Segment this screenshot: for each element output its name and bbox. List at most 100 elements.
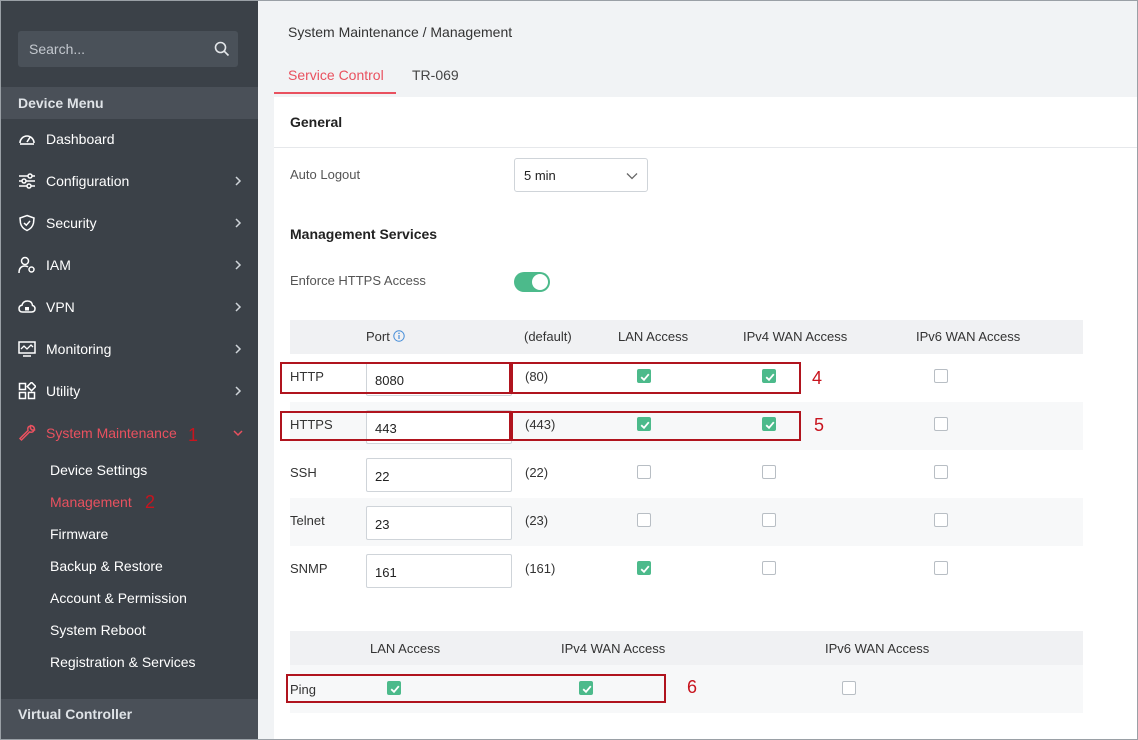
search-icon[interactable] — [214, 41, 230, 57]
sidebar-item-system-maintenance[interactable]: System Maintenance — [0, 413, 258, 453]
subitem-management[interactable]: Management — [50, 493, 132, 511]
services-table-header: Port (default) LAN Access IPv4 WAN Acces… — [290, 320, 1083, 354]
card-header: General — [274, 97, 1138, 148]
dashboard-icon — [19, 135, 35, 145]
service-row-ssh: SSH 22 (22) — [290, 450, 1083, 498]
sidebar-item-label: IAM — [46, 257, 71, 273]
info-icon[interactable] — [393, 330, 405, 342]
annotation-2: 2 — [145, 492, 156, 512]
chevron-right-icon — [235, 260, 242, 270]
port-input[interactable]: 22 — [366, 458, 512, 492]
ipv4-wan-checkbox[interactable] — [762, 513, 776, 527]
default-port: (161) — [525, 561, 556, 576]
lan-access-header: LAN Access — [618, 329, 689, 344]
cloud-lock-icon — [18, 300, 36, 313]
port-header: Port — [366, 329, 405, 344]
port-input[interactable]: 23 — [366, 506, 512, 540]
ipv6-wan-checkbox[interactable] — [934, 417, 948, 431]
ipv6-wan-checkbox[interactable] — [934, 513, 948, 527]
highlight-box-https-port — [280, 411, 511, 441]
annotation-6: 6 — [687, 677, 698, 697]
chevron-right-icon — [235, 176, 242, 186]
sidebar-item-label: Utility — [46, 383, 81, 399]
ipv4-wan-checkbox[interactable] — [762, 561, 776, 575]
virtual-controller-header[interactable]: Virtual Controller — [0, 699, 258, 740]
service-name: SSH — [290, 465, 317, 480]
sidebar-item-label: Security — [46, 215, 97, 231]
sidebar-item-label: Dashboard — [46, 131, 115, 147]
ipv6-wan-header: IPv6 WAN Access — [916, 329, 1021, 344]
ipv4-wan-checkbox[interactable] — [762, 465, 776, 479]
lan-access-checkbox[interactable] — [637, 513, 651, 527]
annotation-5: 5 — [814, 415, 825, 435]
sidebar-item-label: System Maintenance — [46, 425, 177, 441]
subitem-account-permission[interactable]: Account & Permission — [50, 589, 187, 607]
auto-logout-label: Auto Logout — [290, 167, 361, 182]
subitem-firmware[interactable]: Firmware — [50, 525, 108, 543]
auto-logout-select[interactable]: 5 min — [514, 158, 648, 192]
sidebar-item-utility[interactable]: Utility — [0, 371, 258, 411]
chevron-down-icon — [626, 173, 638, 180]
annotation-4: 4 — [812, 368, 823, 388]
port-header-label: Port — [366, 329, 390, 344]
subitem-device-settings[interactable]: Device Settings — [50, 461, 147, 479]
service-name: Telnet — [290, 513, 325, 528]
ping-ipv4-header: IPv4 WAN Access — [561, 641, 666, 656]
search-input[interactable] — [18, 31, 208, 67]
chevron-right-icon — [235, 218, 242, 228]
highlight-box-http-access — [511, 362, 801, 394]
chevron-down-icon — [233, 430, 243, 437]
tab-tr-069[interactable]: TR-069 — [398, 62, 473, 94]
ipv6-wan-checkbox[interactable] — [934, 561, 948, 575]
highlight-box-http-port — [280, 362, 511, 394]
search-box[interactable] — [18, 31, 238, 67]
subitem-system-reboot[interactable]: System Reboot — [50, 621, 146, 639]
sidebar-item-configuration[interactable]: Configuration — [0, 161, 258, 201]
sidebar-item-monitoring[interactable]: Monitoring — [0, 329, 258, 369]
chevron-right-icon — [235, 344, 242, 354]
default-port: (23) — [525, 513, 549, 528]
ipv4-wan-header: IPv4 WAN Access — [743, 329, 848, 344]
sidebar: Device Menu Dashboard Configuration Secu… — [0, 0, 258, 740]
subitem-registration-services[interactable]: Registration & Services — [50, 653, 196, 671]
sidebar-item-security[interactable]: Security — [0, 203, 258, 243]
management-services-title: Management Services — [290, 226, 438, 242]
sidebar-item-vpn[interactable]: VPN — [0, 287, 258, 327]
device-menu-header: Device Menu — [0, 87, 258, 119]
ping-ipv6-header: IPv6 WAN Access — [825, 641, 930, 656]
sliders-icon — [19, 173, 35, 189]
sidebar-item-label: VPN — [46, 299, 75, 315]
subitem-backup-restore[interactable]: Backup & Restore — [50, 557, 163, 575]
breadcrumb: System Maintenance / Management — [288, 24, 513, 40]
general-title: General — [290, 114, 343, 130]
default-header: (default) — [524, 329, 572, 344]
tab-service-control[interactable]: Service Control — [274, 62, 396, 94]
auto-logout-value: 5 min — [524, 168, 556, 183]
highlight-box-ping — [286, 674, 666, 703]
ping-table-header: LAN Access IPv4 WAN Access IPv6 WAN Acce… — [290, 631, 1083, 665]
ping-lan-header: LAN Access — [370, 641, 441, 656]
user-gear-icon — [18, 256, 35, 274]
ping-ipv6-checkbox[interactable] — [842, 681, 856, 695]
sidebar-item-label: Configuration — [46, 173, 130, 189]
sidebar-item-dashboard[interactable]: Dashboard — [0, 119, 258, 159]
highlight-box-https-access — [511, 411, 801, 441]
lan-access-checkbox[interactable] — [637, 465, 651, 479]
enforce-https-label: Enforce HTTPS Access — [290, 273, 426, 288]
enforce-https-toggle[interactable] — [514, 272, 550, 292]
sidebar-item-label: Monitoring — [46, 341, 112, 357]
service-row-snmp: SNMP 161 (161) — [290, 546, 1083, 594]
ipv6-wan-checkbox[interactable] — [934, 465, 948, 479]
service-name: SNMP — [290, 561, 328, 576]
ipv6-wan-checkbox[interactable] — [934, 369, 948, 383]
grid-icon — [18, 382, 36, 400]
sidebar-item-iam[interactable]: IAM — [0, 245, 258, 285]
main-content: System Maintenance / Management Service … — [258, 0, 1138, 740]
service-row-telnet: Telnet 23 (23) — [290, 498, 1083, 546]
shield-icon — [19, 214, 35, 232]
toggle-knob — [532, 274, 548, 290]
lan-access-checkbox[interactable] — [637, 561, 651, 575]
port-input[interactable]: 161 — [366, 554, 512, 588]
chevron-right-icon — [235, 386, 242, 396]
wrench-icon — [18, 424, 36, 442]
